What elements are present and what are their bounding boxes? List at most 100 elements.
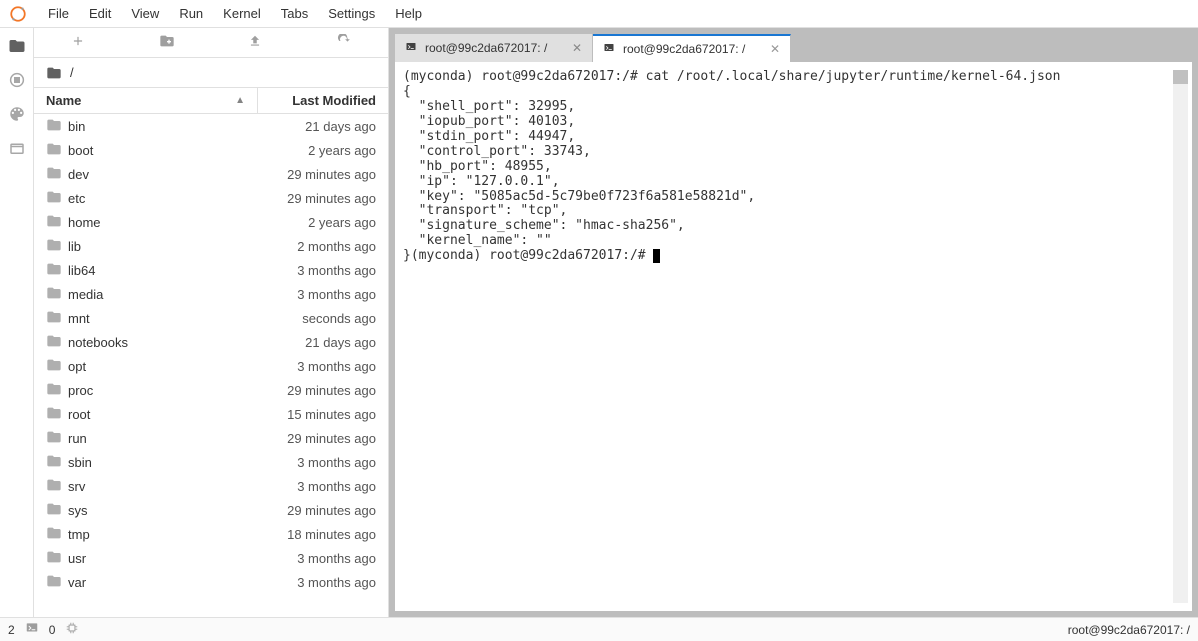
folder-icon [46,381,64,400]
file-row[interactable]: var3 months ago [34,570,388,594]
breadcrumb[interactable]: / [34,58,388,88]
file-modified: 3 months ago [246,263,376,278]
work-area: root@99c2da672017: /✕root@99c2da672017: … [389,28,1198,617]
file-modified: 3 months ago [246,287,376,302]
file-row[interactable]: lib643 months ago [34,258,388,282]
file-modified: 2 years ago [246,143,376,158]
file-row[interactable]: lib2 months ago [34,234,388,258]
file-name: notebooks [64,335,246,350]
file-name: root [64,407,246,422]
folder-icon [46,453,64,472]
folder-icon [46,309,64,328]
upload-button[interactable] [225,34,285,51]
column-modified-header[interactable]: Last Modified [258,93,388,108]
menu-tabs[interactable]: Tabs [271,2,318,25]
folder-icon [46,405,64,424]
folder-icon [46,189,64,208]
file-row[interactable]: media3 months ago [34,282,388,306]
new-folder-button[interactable] [137,33,197,52]
file-name: mnt [64,311,246,326]
file-name: tmp [64,527,246,542]
status-kernels-count[interactable]: 0 [49,623,56,637]
status-context-label[interactable]: root@99c2da672017: / [1068,623,1190,637]
file-modified: 29 minutes ago [246,167,376,182]
running-icon[interactable] [7,70,27,90]
terminal-panel[interactable]: (myconda) root@99c2da672017:/# cat /root… [395,62,1192,611]
file-row[interactable]: bin21 days ago [34,114,388,138]
status-terminals-count[interactable]: 2 [8,623,15,637]
file-name: dev [64,167,246,182]
file-row[interactable]: tmp18 minutes ago [34,522,388,546]
file-row[interactable]: usr3 months ago [34,546,388,570]
palette-icon[interactable] [7,104,27,124]
tab-bar: root@99c2da672017: /✕root@99c2da672017: … [395,34,1192,62]
file-modified: 29 minutes ago [246,191,376,206]
terminal-output[interactable]: (myconda) root@99c2da672017:/# cat /root… [403,70,1173,603]
folder-icon [46,117,64,136]
file-name: usr [64,551,246,566]
breadcrumb-path[interactable]: / [70,65,74,80]
menu-settings[interactable]: Settings [318,2,385,25]
status-bar: 2 0 root@99c2da672017: / [0,617,1198,641]
file-name: lib [64,239,246,254]
tab-terminal[interactable]: root@99c2da672017: /✕ [593,34,791,62]
file-row[interactable]: etc29 minutes ago [34,186,388,210]
file-modified: 21 days ago [246,335,376,350]
close-icon[interactable]: ✕ [770,42,780,56]
folder-icon [46,501,64,520]
file-modified: 21 days ago [246,119,376,134]
file-name: media [64,287,246,302]
folder-icon [46,261,64,280]
file-row[interactable]: sbin3 months ago [34,450,388,474]
close-icon[interactable]: ✕ [572,41,582,55]
file-row[interactable]: mntseconds ago [34,306,388,330]
file-row[interactable]: boot2 years ago [34,138,388,162]
terminal-icon [603,42,615,57]
folder-icon [46,65,62,81]
folder-icon [46,237,64,256]
folder-icon [46,357,64,376]
file-row[interactable]: srv3 months ago [34,474,388,498]
file-modified: 29 minutes ago [246,383,376,398]
file-row[interactable]: proc29 minutes ago [34,378,388,402]
file-row[interactable]: run29 minutes ago [34,426,388,450]
file-name: var [64,575,246,590]
file-modified: 18 minutes ago [246,527,376,542]
tab-terminal[interactable]: root@99c2da672017: / ✕ [395,34,593,62]
tab-label: root@99c2da672017: / [425,41,547,55]
file-list-header[interactable]: Name▲ Last Modified [34,88,388,114]
file-name: proc [64,383,246,398]
column-name-header[interactable]: Name [46,93,81,108]
file-name: home [64,215,246,230]
kernels-icon[interactable] [65,621,79,638]
file-modified: 3 months ago [246,359,376,374]
new-launcher-button[interactable] [48,34,108,51]
tabs-icon[interactable] [7,138,27,158]
terminal-scrollbar[interactable] [1173,70,1188,603]
menu-edit[interactable]: Edit [79,2,121,25]
menu-view[interactable]: View [121,2,169,25]
file-row[interactable]: root15 minutes ago [34,402,388,426]
file-row[interactable]: dev29 minutes ago [34,162,388,186]
menubar: FileEditViewRunKernelTabsSettingsHelp [0,0,1198,28]
menu-help[interactable]: Help [385,2,432,25]
menu-run[interactable]: Run [169,2,213,25]
folder-icon[interactable] [7,36,27,56]
file-modified: 3 months ago [246,479,376,494]
file-modified: seconds ago [246,311,376,326]
file-row[interactable]: home2 years ago [34,210,388,234]
folder-icon [46,477,64,496]
file-modified: 3 months ago [246,455,376,470]
refresh-button[interactable] [314,34,374,51]
file-row[interactable]: opt3 months ago [34,354,388,378]
file-modified: 29 minutes ago [246,431,376,446]
file-modified: 15 minutes ago [246,407,376,422]
terminals-icon[interactable] [25,621,39,638]
file-modified: 29 minutes ago [246,503,376,518]
file-row[interactable]: notebooks21 days ago [34,330,388,354]
menu-kernel[interactable]: Kernel [213,2,271,25]
file-list: bin21 days agoboot2 years agodev29 minut… [34,114,388,617]
file-name: bin [64,119,246,134]
menu-file[interactable]: File [38,2,79,25]
file-row[interactable]: sys29 minutes ago [34,498,388,522]
